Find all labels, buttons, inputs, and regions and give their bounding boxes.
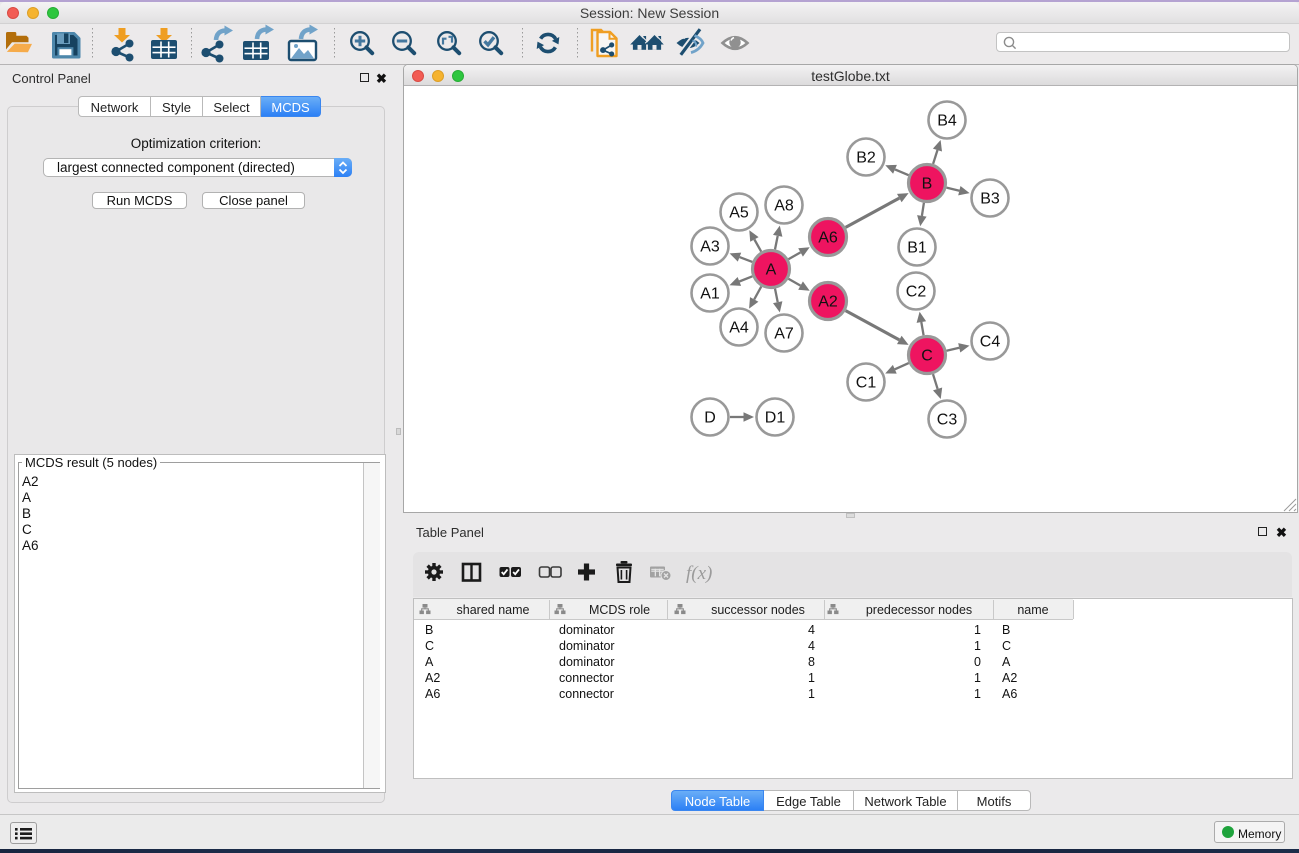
svg-text:A1: A1 <box>700 286 720 303</box>
svg-text:A3: A3 <box>700 239 720 256</box>
svg-text:C2: C2 <box>906 284 927 301</box>
svg-text:A5: A5 <box>729 205 749 222</box>
svg-text:A6: A6 <box>818 230 838 247</box>
svg-text:B4: B4 <box>937 113 957 130</box>
svg-text:C3: C3 <box>937 412 958 429</box>
svg-text:A: A <box>766 262 777 279</box>
svg-text:C1: C1 <box>856 375 877 392</box>
svg-text:A2: A2 <box>818 294 838 311</box>
svg-text:B3: B3 <box>980 191 1000 208</box>
svg-text:D: D <box>704 410 716 427</box>
svg-text:B2: B2 <box>856 150 876 167</box>
svg-text:f(x): f(x) <box>686 563 712 584</box>
svg-text:A8: A8 <box>774 198 794 215</box>
svg-text:C4: C4 <box>980 334 1001 351</box>
svg-text:A7: A7 <box>774 326 794 343</box>
svg-text:A4: A4 <box>729 320 749 337</box>
svg-text:B: B <box>922 176 933 193</box>
svg-text:B1: B1 <box>907 240 927 257</box>
svg-text:C: C <box>921 348 933 365</box>
svg-text:D1: D1 <box>765 410 786 427</box>
